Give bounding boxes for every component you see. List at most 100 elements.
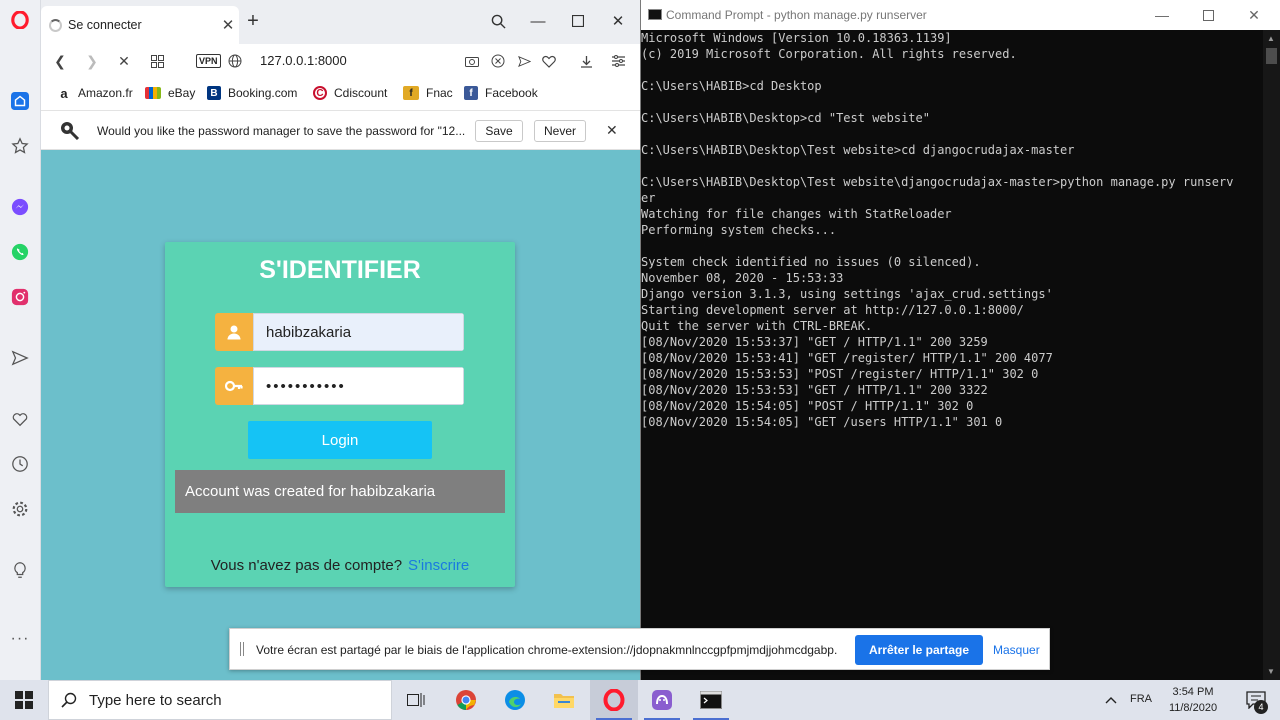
tab-grid-icon[interactable] [146, 51, 168, 71]
cmd-line: Starting development server at http://12… [641, 303, 1024, 317]
edge-icon[interactable] [491, 680, 539, 720]
opera-taskbar-icon[interactable] [590, 680, 638, 720]
key-icon [215, 367, 253, 405]
cmd-line: Quit the server with CTRL-BREAK. [641, 319, 873, 333]
cmd-output[interactable]: Microsoft Windows [Version 10.0.18363.11… [641, 30, 1263, 680]
cmd-line: November 08, 2020 - 15:53:33 [641, 271, 844, 285]
cmd-line [641, 126, 1263, 142]
github-desktop-icon[interactable] [638, 680, 686, 720]
taskbar-search[interactable]: Type here to search [48, 680, 392, 720]
whatsapp-icon[interactable] [8, 240, 32, 264]
bookmark-label: eBay [168, 86, 196, 100]
add-to-favorites-icon[interactable] [538, 51, 560, 71]
cmd-minimize-icon[interactable]: — [1152, 6, 1172, 24]
tray-overflow-icon[interactable] [1097, 680, 1125, 720]
vpn-badge[interactable]: VPN [196, 54, 221, 68]
messenger-icon[interactable] [8, 195, 32, 219]
history-icon[interactable] [8, 452, 32, 476]
download-icon[interactable] [575, 51, 597, 71]
opera-logo-icon[interactable] [8, 8, 32, 32]
stop-loading-icon[interactable]: ✕ [113, 51, 135, 71]
clock-date: 11/8/2020 [1168, 702, 1218, 714]
hide-banner-link[interactable]: Masquer [993, 643, 1040, 657]
cmd-line: [08/Nov/2020 15:53:41] "GET /register/ H… [641, 351, 1053, 365]
bookmark-facebook[interactable]: f Facebook [464, 86, 538, 100]
cmd-line: [08/Nov/2020 15:54:05] "POST / HTTP/1.1"… [641, 399, 974, 413]
speed-dial-icon[interactable] [8, 89, 32, 113]
login-card: S'IDENTIFIER habibzakaria ••••••••••• Lo… [165, 242, 515, 587]
cmd-line: Performing system checks... [641, 223, 837, 237]
notification-count-badge: 4 [1254, 700, 1268, 714]
globe-icon[interactable] [224, 51, 246, 71]
password-field[interactable]: ••••••••••• [215, 367, 464, 405]
scroll-up-icon[interactable]: ▲ [1267, 34, 1275, 43]
bookmark-booking[interactable]: B Booking.com [207, 86, 297, 100]
send-icon[interactable] [8, 346, 32, 370]
tab-close-icon[interactable]: ✕ [217, 16, 239, 34]
url-field[interactable]: 127.0.0.1:8000 [260, 53, 347, 68]
cmd-maximize-icon[interactable] [1198, 6, 1218, 24]
cmd-scrollbar[interactable]: ▲ ▼ [1263, 30, 1280, 680]
search-icon [49, 692, 89, 708]
cmd-line [641, 94, 1263, 110]
password-prompt-text: Would you like the password manager to s… [97, 124, 466, 138]
tab-title: Se connecter [68, 18, 142, 32]
notifications-icon[interactable]: 4 [1232, 680, 1280, 720]
amazon-icon: a [60, 85, 68, 101]
command-prompt-window: Command Prompt - python manage.py runser… [641, 0, 1280, 680]
bookmark-amazon[interactable]: a Amazon.fr [57, 85, 132, 101]
bookmark-fnac[interactable]: f Fnac [403, 86, 453, 100]
more-options-icon[interactable]: ··· [8, 627, 32, 651]
password-input[interactable]: ••••••••••• [253, 367, 464, 405]
chrome-icon[interactable] [442, 680, 490, 720]
signup-link[interactable]: S'inscrire [408, 557, 469, 574]
cmd-close-icon[interactable]: ✕ [1244, 6, 1264, 24]
login-button[interactable]: Login [248, 421, 432, 459]
easy-setup-icon[interactable] [607, 51, 629, 71]
windows-taskbar: Type here to search FRA 3:54 PM 11/8/202… [0, 680, 1280, 720]
bookmarks-sidebar-icon[interactable] [8, 134, 32, 158]
search-tabs-icon[interactable] [487, 10, 509, 32]
bookmark-label: Booking.com [228, 86, 298, 100]
save-password-button[interactable]: Save [475, 120, 523, 142]
cmd-line: Django version 3.1.3, using settings 'aj… [641, 287, 1053, 301]
settings-gear-icon[interactable] [8, 497, 32, 521]
username-field[interactable]: habibzakaria [215, 313, 464, 351]
clock[interactable]: 3:54 PM 11/8/2020 [1160, 684, 1226, 716]
snapshot-camera-icon[interactable] [461, 51, 483, 71]
stop-sharing-button[interactable]: Arrêter le partage [855, 635, 983, 665]
dismiss-bar-icon[interactable]: ✕ [606, 122, 618, 139]
web-page-content: S'IDENTIFIER habibzakaria ••••••••••• Lo… [41, 150, 640, 680]
ebay-icon [145, 87, 161, 99]
back-icon[interactable]: ❮ [49, 51, 71, 71]
ad-blocker-icon[interactable] [487, 51, 509, 71]
bookmark-cdiscount[interactable]: C Cdiscount [313, 86, 387, 100]
username-input[interactable]: habibzakaria [253, 313, 464, 351]
maximize-icon[interactable] [567, 10, 589, 32]
heart-icon[interactable] [8, 407, 32, 431]
forward-icon[interactable]: ❯ [81, 51, 103, 71]
scroll-down-icon[interactable]: ▼ [1267, 667, 1275, 676]
instagram-icon[interactable] [8, 285, 32, 309]
facebook-icon: f [464, 86, 478, 100]
drag-handle-icon[interactable] [240, 642, 244, 656]
new-tab-icon[interactable]: + [242, 10, 264, 32]
lightbulb-icon[interactable] [8, 558, 32, 582]
flow-send-icon[interactable] [513, 51, 535, 71]
user-icon [215, 313, 253, 351]
scrollbar-thumb[interactable] [1266, 48, 1277, 64]
cmd-taskbar-icon[interactable] [687, 680, 735, 720]
active-tab[interactable]: Se connecter ✕ [41, 6, 239, 44]
start-button[interactable] [0, 680, 48, 720]
task-view-icon[interactable] [392, 680, 440, 720]
language-indicator[interactable]: FRA [1130, 693, 1152, 705]
close-window-icon[interactable]: ✕ [607, 10, 629, 32]
minimize-icon[interactable]: — [527, 10, 549, 32]
file-explorer-icon[interactable] [540, 680, 588, 720]
never-save-button[interactable]: Never [534, 120, 586, 142]
cdiscount-icon: C [313, 86, 327, 100]
opera-browser-window: ··· Se connecter ✕ + — ✕ ❮ ❯ ✕ VPN 127.0… [0, 0, 641, 680]
cmd-line [641, 158, 1263, 174]
cmd-app-icon [648, 9, 662, 20]
bookmark-ebay[interactable]: eBay [145, 86, 195, 100]
